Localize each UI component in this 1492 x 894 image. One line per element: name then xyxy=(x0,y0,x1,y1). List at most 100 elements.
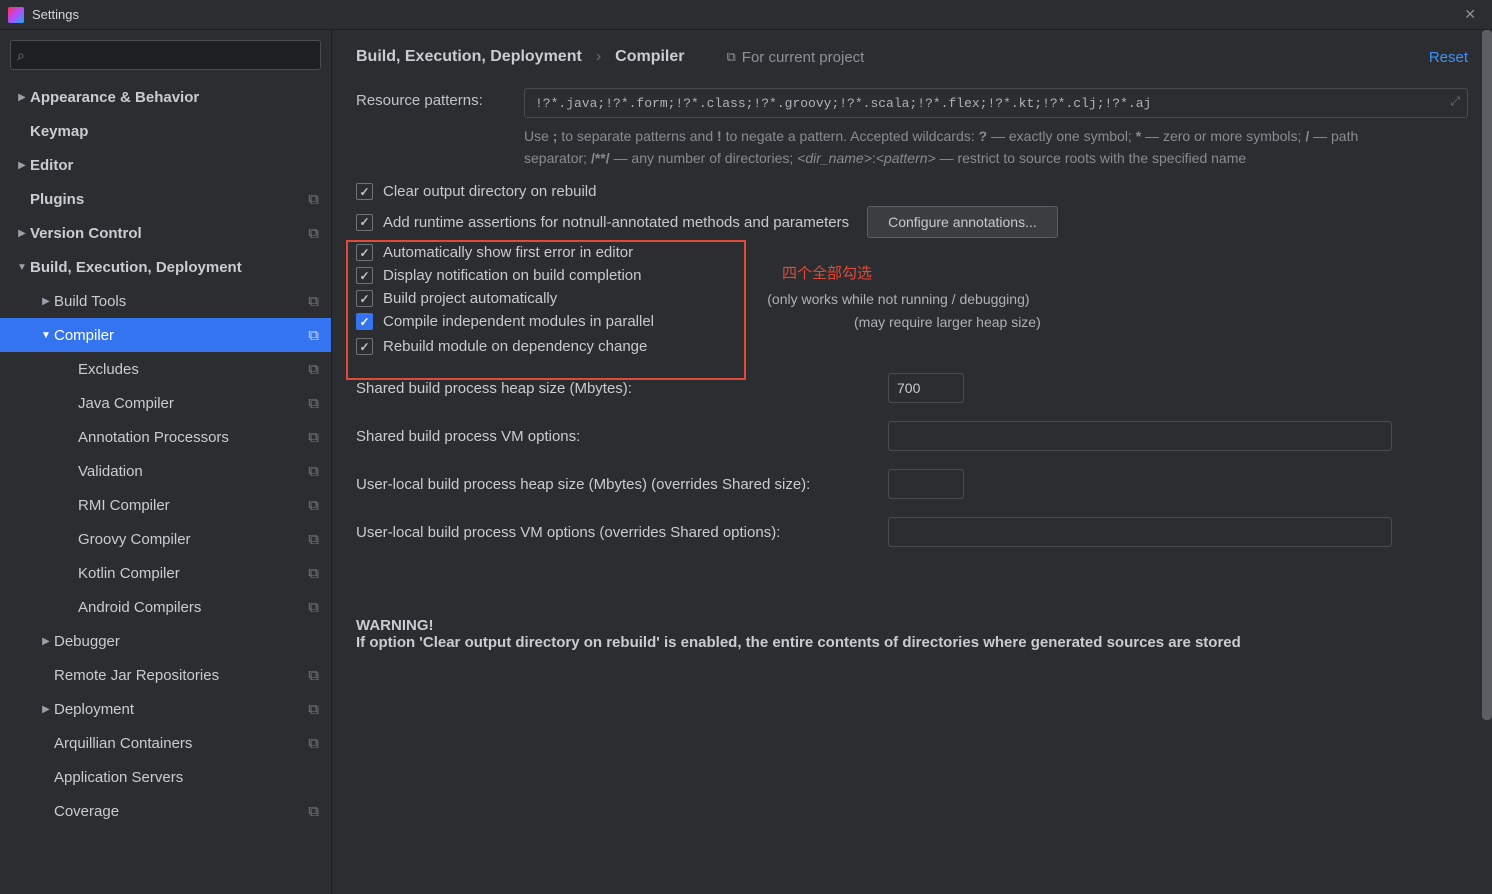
sidebar-item[interactable]: ▶Validation⧉ xyxy=(0,454,331,488)
user-heap-input[interactable] xyxy=(888,469,964,499)
resource-patterns-label: Resource patterns: xyxy=(356,88,524,109)
annotation-text: 四个全部勾选 xyxy=(782,262,872,283)
compile-parallel-checkbox[interactable] xyxy=(356,313,373,330)
expand-icon[interactable]: ⤢ xyxy=(1450,94,1460,109)
user-heap-label: User-local build process heap size (Mbyt… xyxy=(356,476,888,493)
sidebar-item-label: Keymap xyxy=(30,123,331,140)
sidebar-item-label: Version Control xyxy=(30,225,308,242)
sidebar-item-label: Validation xyxy=(78,463,308,480)
sidebar-item[interactable]: ▼Compiler⧉ xyxy=(0,318,331,352)
settings-tree: ▶Appearance & Behavior▶Keymap▶Editor▶Plu… xyxy=(0,80,331,894)
sidebar-item[interactable]: ▶Plugins⧉ xyxy=(0,182,331,216)
sidebar-item[interactable]: ▶RMI Compiler⧉ xyxy=(0,488,331,522)
sidebar-item[interactable]: ▶Java Compiler⧉ xyxy=(0,386,331,420)
warning-block: WARNING! If option 'Clear output directo… xyxy=(356,617,1468,651)
reset-link[interactable]: Reset xyxy=(1429,49,1468,66)
copy-icon: ⧉ xyxy=(308,327,319,344)
sidebar-item[interactable]: ▶Debugger xyxy=(0,624,331,658)
auto-show-error-label: Automatically show first error in editor xyxy=(383,244,633,261)
search-icon: ⌕ xyxy=(17,47,25,64)
copy-icon: ⧉ xyxy=(308,735,319,752)
copy-icon: ⧉ xyxy=(308,803,319,820)
warning-heading: WARNING! xyxy=(356,617,1468,634)
sidebar-item[interactable]: ▶Remote Jar Repositories⧉ xyxy=(0,658,331,692)
shared-vm-label: Shared build process VM options: xyxy=(356,428,888,445)
sidebar-item-label: Build, Execution, Deployment xyxy=(30,259,331,276)
resource-patterns-input[interactable] xyxy=(524,88,1468,118)
breadcrumb-part: Compiler xyxy=(615,48,684,66)
sidebar-item[interactable]: ▶Editor xyxy=(0,148,331,182)
sidebar-item[interactable]: ▶Coverage⧉ xyxy=(0,794,331,828)
display-notification-checkbox[interactable] xyxy=(356,267,373,284)
sidebar-item-label: Java Compiler xyxy=(78,395,308,412)
chevron-icon: ▼ xyxy=(14,262,30,273)
shared-vm-input[interactable] xyxy=(888,421,1392,451)
clear-output-checkbox[interactable] xyxy=(356,183,373,200)
sidebar-item[interactable]: ▶Keymap xyxy=(0,114,331,148)
sidebar-item[interactable]: ▶Arquillian Containers⧉ xyxy=(0,726,331,760)
chevron-icon: ▶ xyxy=(38,296,54,307)
sidebar-item[interactable]: ▶Appearance & Behavior xyxy=(0,80,331,114)
auto-show-error-checkbox[interactable] xyxy=(356,244,373,261)
settings-content: Build, Execution, Deployment › Compiler … xyxy=(332,30,1492,894)
sidebar-item-label: Plugins xyxy=(30,191,308,208)
app-icon xyxy=(8,7,24,23)
sidebar-item-label: Remote Jar Repositories xyxy=(54,667,308,684)
sidebar-item-label: Build Tools xyxy=(54,293,308,310)
chevron-icon: ▶ xyxy=(14,92,30,103)
sidebar-item[interactable]: ▶Kotlin Compiler⧉ xyxy=(0,556,331,590)
for-current-project: ⧉ For current project xyxy=(726,49,864,66)
sidebar-item[interactable]: ▶Application Servers xyxy=(0,760,331,794)
copy-icon: ⧉ xyxy=(308,565,319,582)
sidebar-item-label: Editor xyxy=(30,157,331,174)
shared-heap-label: Shared build process heap size (Mbytes): xyxy=(356,380,888,397)
breadcrumb-part: Build, Execution, Deployment xyxy=(356,48,582,66)
sidebar-item-label: Coverage xyxy=(54,803,308,820)
configure-annotations-button[interactable]: Configure annotations... xyxy=(867,206,1058,238)
sidebar-item[interactable]: ▼Build, Execution, Deployment xyxy=(0,250,331,284)
build-auto-note: (only works while not running / debuggin… xyxy=(767,291,1029,307)
copy-icon: ⧉ xyxy=(308,531,319,548)
sidebar-item-label: Appearance & Behavior xyxy=(30,89,331,106)
build-auto-checkbox[interactable] xyxy=(356,290,373,307)
sidebar-item-label: Deployment xyxy=(54,701,308,718)
user-vm-input[interactable] xyxy=(888,517,1392,547)
chevron-icon: ▶ xyxy=(14,228,30,239)
sidebar-item[interactable]: ▶Deployment⧉ xyxy=(0,692,331,726)
sidebar-item[interactable]: ▶Annotation Processors⧉ xyxy=(0,420,331,454)
sidebar-item[interactable]: ▶Version Control⧉ xyxy=(0,216,331,250)
copy-icon: ⧉ xyxy=(308,429,319,446)
copy-icon: ⧉ xyxy=(308,701,319,718)
copy-icon: ⧉ xyxy=(308,293,319,310)
close-icon[interactable]: ✕ xyxy=(1456,6,1484,23)
copy-icon: ⧉ xyxy=(308,667,319,684)
sidebar-item[interactable]: ▶Android Compilers⧉ xyxy=(0,590,331,624)
add-runtime-checkbox[interactable] xyxy=(356,214,373,231)
shared-heap-input[interactable] xyxy=(888,373,964,403)
compile-parallel-label: Compile independent modules in parallel xyxy=(383,313,654,330)
sidebar-item[interactable]: ▶Build Tools⧉ xyxy=(0,284,331,318)
clear-output-label: Clear output directory on rebuild xyxy=(383,183,596,200)
annotation-box xyxy=(346,240,746,380)
chevron-icon: ▶ xyxy=(14,160,30,171)
rebuild-dependency-label: Rebuild module on dependency change xyxy=(383,338,647,355)
content-scrollbar[interactable] xyxy=(1482,30,1492,894)
search-input[interactable]: ⌕ xyxy=(10,40,321,70)
sidebar-item-label: Kotlin Compiler xyxy=(78,565,308,582)
sidebar-item[interactable]: ▶Excludes⧉ xyxy=(0,352,331,386)
copy-icon: ⧉ xyxy=(308,225,319,242)
chevron-icon: ▶ xyxy=(38,704,54,715)
resource-patterns-help: Use ; to separate patterns and ! to nega… xyxy=(524,126,1404,169)
copy-icon: ⧉ xyxy=(308,395,319,412)
sidebar-item-label: Excludes xyxy=(78,361,308,378)
build-auto-label: Build project automatically xyxy=(383,290,557,307)
copy-icon: ⧉ xyxy=(308,361,319,378)
sidebar-item[interactable]: ▶Groovy Compiler⧉ xyxy=(0,522,331,556)
copy-icon: ⧉ xyxy=(308,463,319,480)
copy-icon: ⧉ xyxy=(308,599,319,616)
user-vm-label: User-local build process VM options (ove… xyxy=(356,524,888,541)
breadcrumb: Build, Execution, Deployment › Compiler xyxy=(356,48,684,66)
sidebar-item-label: Annotation Processors xyxy=(78,429,308,446)
copy-icon: ⧉ xyxy=(726,49,735,65)
rebuild-dependency-checkbox[interactable] xyxy=(356,338,373,355)
